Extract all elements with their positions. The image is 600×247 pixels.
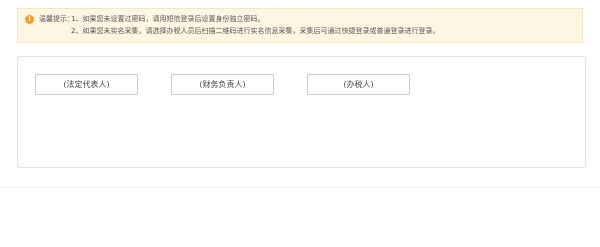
finance-officer-button[interactable]: (财务负责人) bbox=[171, 74, 274, 95]
tax-handler-button[interactable]: (办税人) bbox=[307, 74, 410, 95]
legal-representative-button[interactable]: (法定代表人) bbox=[35, 74, 138, 95]
notice-line-1: 1、如果您未设置过密码，请用短信登录后设置身份独立密码。 bbox=[71, 15, 265, 23]
notice-line-2: 2、如果您未实名采集，请选择办税人员后扫描二维码进行实名信息采集，采集后可通过快… bbox=[71, 27, 440, 35]
notice-banner: ! 温馨提示： 1、如果您未设置过密码，请用短信登录后设置身份独立密码。 2、如… bbox=[17, 8, 583, 43]
warning-icon: ! bbox=[25, 15, 34, 24]
role-selection-panel bbox=[17, 56, 586, 168]
notice-title: 温馨提示： bbox=[39, 15, 74, 23]
divider bbox=[0, 187, 600, 188]
